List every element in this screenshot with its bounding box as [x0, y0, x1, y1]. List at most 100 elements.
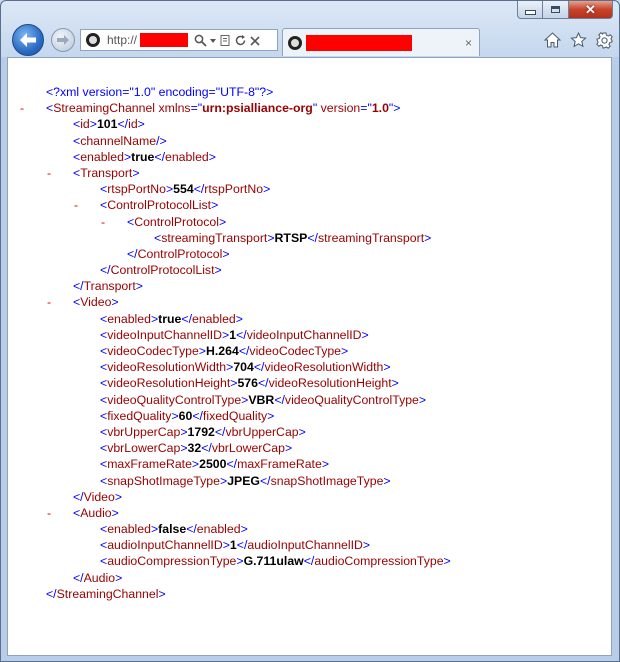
root-open-line: - <StreamingChannel xmlns="urn:psiallianc… [20, 100, 451, 116]
home-icon [543, 32, 561, 48]
tag-bracket: > [393, 101, 401, 116]
page-content: <?xml version="1.0" encoding="UTF-8"?> - <… [7, 57, 612, 656]
rtsp-port-line: <rtspPortNo>554</rtspPortNo> [20, 181, 451, 197]
tag-name: audioCompressionType [107, 554, 237, 569]
tag-name: Video [80, 295, 112, 310]
browser-tab[interactable]: × [282, 28, 480, 56]
attr-name: version [317, 101, 361, 116]
tag-name: vbrLowerCap [107, 441, 181, 456]
tag-bracket: </ [260, 473, 271, 488]
compatibility-view-icon[interactable] [219, 34, 232, 47]
attr-value: 1.0 [371, 101, 389, 116]
search-icon[interactable] [194, 34, 207, 47]
tag-bracket: </ [238, 344, 250, 358]
element-value: 2500 [199, 457, 227, 472]
collapse-toggle[interactable]: - [101, 214, 105, 230]
tag-bracket: </ [214, 424, 226, 439]
tag-bracket: > [424, 230, 432, 245]
browser-window: ✕ http:// × <?xml version="1.0" encoding… [0, 0, 620, 662]
close-window-button[interactable]: ✕ [569, 1, 613, 19]
maximize-icon [551, 6, 560, 13]
element-value: 704 [233, 360, 254, 375]
tag-bracket: > [443, 554, 451, 569]
tag-name: maxFrameRate [107, 457, 192, 472]
tools-button[interactable] [595, 31, 613, 49]
collapse-toggle[interactable]: - [47, 165, 51, 181]
video-field-line: <vbrUpperCap>1792</vbrUpperCap> [20, 424, 451, 440]
audio-field-line: <audioInputChannelID>1</audioInputChanne… [20, 537, 451, 553]
tag-bracket: > [198, 344, 206, 358]
tag-name: Video [83, 489, 115, 504]
video-field-line: <videoResolutionHeight>576</videoResolut… [20, 375, 451, 391]
video-field-line: <videoInputChannelID>1</videoInputChanne… [20, 327, 451, 343]
tag-name: streamingTransport [161, 230, 268, 245]
dropdown-arrow-icon[interactable] [209, 34, 217, 47]
element-value: 60 [178, 408, 193, 423]
tag-bracket: > [135, 279, 143, 294]
redacted-tab-title [306, 34, 412, 51]
tag-bracket: > [218, 214, 227, 229]
stop-icon[interactable] [249, 34, 261, 47]
tag-bracket: > [267, 230, 275, 245]
tag-bracket: </ [274, 392, 285, 407]
element-value: 576 [237, 376, 258, 391]
tag-bracket: </ [73, 279, 84, 294]
video-open-line: - <Video> [20, 294, 451, 310]
video-field-line: <videoResolutionWidth>704</videoResoluti… [20, 359, 451, 375]
tag-bracket: > [137, 117, 145, 132]
tag-bracket: </ [307, 230, 318, 245]
tab-close-icon[interactable]: × [465, 36, 472, 50]
collapse-toggle[interactable]: - [74, 197, 78, 213]
collapse-toggle[interactable]: - [47, 294, 51, 310]
forward-button[interactable] [51, 28, 75, 52]
element-value: JPEG [227, 473, 260, 488]
favorites-button[interactable] [569, 31, 587, 49]
transport-open-line: - <Transport> [20, 165, 451, 181]
tag-name: Audio [80, 505, 112, 520]
attr-quote: =" [190, 101, 203, 116]
tag-name: vbrUpperCap [225, 424, 299, 439]
tag-name: enabled [107, 522, 151, 537]
tag-bracket: </ [73, 489, 84, 504]
address-bar[interactable]: http:// [80, 29, 278, 51]
element-value: H.264 [205, 344, 239, 358]
tag-name: ControlProtocol [137, 246, 223, 261]
star-icon [569, 32, 587, 48]
tag-bracket: </ [127, 246, 138, 261]
gear-icon [595, 31, 613, 49]
tag-name: enabled [80, 149, 124, 164]
element-value: VBR [248, 392, 275, 407]
element-value: 1792 [187, 424, 215, 439]
minimize-button[interactable] [517, 1, 543, 19]
tag-name: Transport [80, 165, 133, 180]
video-field-line: <videoCodecType>H.264</videoCodecType> [20, 343, 451, 359]
video-field-line: <enabled>true</enabled> [20, 311, 451, 327]
forward-arrow-icon [57, 35, 69, 45]
minimize-icon [524, 10, 536, 15]
maximize-button[interactable] [543, 1, 569, 19]
tag-bracket: > [115, 570, 123, 585]
video-field-line: <vbrLowerCap>32</vbrLowerCap> [20, 440, 451, 456]
tag-name: Transport [83, 279, 136, 294]
back-button[interactable] [12, 24, 44, 56]
tag-name: fixedQuality [202, 408, 268, 423]
window-caption-buttons: ✕ [517, 1, 613, 19]
id-line: <id>101</id> [20, 116, 451, 132]
enabled-line: <enabled>true</enabled> [20, 149, 451, 165]
element-value: 554 [173, 182, 194, 197]
tag-bracket: </ [186, 522, 197, 537]
home-button[interactable] [543, 31, 561, 49]
tag-name: enabled [107, 311, 151, 326]
collapse-toggle[interactable]: - [47, 505, 51, 521]
control-protocol-list-close-line: </ControlProtocolList> [20, 262, 451, 278]
element-value: true [158, 311, 182, 326]
back-arrow-icon [20, 33, 36, 47]
tag-bracket: </ [154, 149, 165, 164]
tag-name: videoCodecType [107, 344, 199, 358]
tag-name: ControlProtocolList [107, 198, 212, 213]
tag-bracket: > [267, 408, 275, 423]
tag-bracket: </ [73, 570, 84, 585]
attr-name: xmlns [155, 101, 191, 116]
refresh-icon[interactable] [234, 34, 247, 47]
collapse-toggle[interactable]: - [20, 100, 24, 116]
